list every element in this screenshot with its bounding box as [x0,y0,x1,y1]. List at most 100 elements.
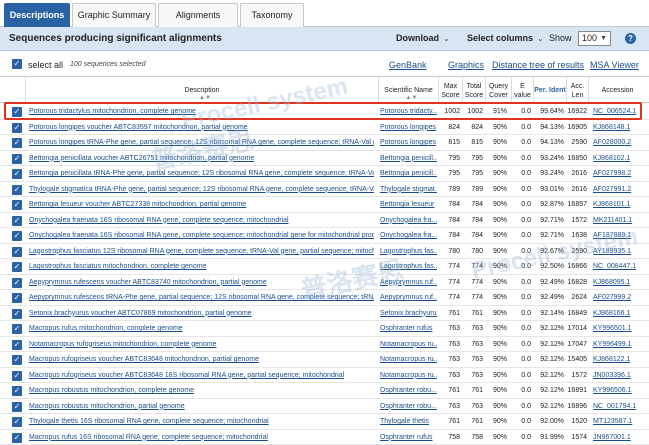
accession-link[interactable]: NC_006524.1 [590,104,645,119]
table-row[interactable]: ✓ Potorous longipes voucher ABTC83597 mit… [0,120,649,135]
description-link[interactable]: Bettongia lesueur voucher ABTC27338 mito… [29,197,374,212]
select-all-checkbox[interactable]: ✓ [12,59,22,69]
column-header-total-score[interactable]: Total Score [462,77,485,104]
genbank-link[interactable]: GenBank [389,60,427,70]
description-link[interactable]: Lagostrophus fasciatus 12S ribosomal RNA… [29,244,374,259]
accession-link[interactable]: NC_001794.1 [590,399,645,414]
accession-link[interactable]: KY996506.1 [590,383,645,398]
accession-link[interactable]: KY996501.1 [590,321,645,336]
row-checkbox[interactable]: ✓ [12,184,22,195]
accession-link[interactable]: AF027998.2 [590,166,645,181]
tab-taxonomy[interactable]: Taxonomy [240,3,304,27]
row-checkbox[interactable]: ✓ [12,169,22,179]
accession-link[interactable]: JN967001.1 [590,430,645,445]
column-header-e-value[interactable]: E value [511,77,533,104]
row-checkbox[interactable]: ✓ [12,231,22,241]
description-link[interactable]: Bettongia penicillata voucher ABTC26751 … [29,151,374,166]
description-link[interactable]: Onychogalea fraenata 16S ribosomal RNA g… [29,213,374,228]
description-link[interactable]: Thylogale stigmatica tRNA-Phe gene, part… [29,182,374,197]
row-checkbox[interactable]: ✓ [12,432,22,443]
description-link[interactable]: Macropus robustus mitochondrion, partial… [29,399,374,414]
column-header-per-ident[interactable]: Per. Ident [533,77,566,104]
tab-alignments[interactable]: Alignments [158,3,238,27]
row-checkbox[interactable]: ✓ [12,308,22,319]
description-link[interactable]: Aepyprymnus rufescens tRNA-Phe gene, par… [29,290,374,305]
description-link[interactable]: Aepyprymnus rufescens voucher ABTC83740 … [29,275,374,290]
table-row[interactable]: ✓ Bettongia lesueur voucher ABTC27338 mit… [0,197,649,213]
accession-link[interactable]: KJ868102.1 [590,151,645,166]
select-all-label[interactable]: select all [28,60,63,70]
scientific-name-link[interactable]: Osphranter robu... [380,399,437,414]
accession-link[interactable]: JN003396.1 [590,368,645,383]
scientific-name-link[interactable]: Lagostrophus fas... [380,244,437,259]
column-header-acc-len[interactable]: Acc. Len [566,77,588,104]
scientific-name-link[interactable]: Notamacropus ru... [380,368,437,383]
description-link[interactable]: Lagostrophus fasciatus mitochondrion, co… [29,259,374,274]
table-row[interactable]: ✓ Thylogale thetis 16S ribosomal RNA gene… [0,414,649,430]
table-row[interactable]: ✓ Bettongia penicillata tRNA-Phe gene, pa… [0,166,649,182]
table-row[interactable]: ✓ Onychogalea fraenata 16S ribosomal RNA … [0,213,649,228]
accession-link[interactable]: KY996499.1 [590,337,645,352]
column-header-accession[interactable]: Accession [588,77,646,104]
scientific-name-link[interactable]: Lagostrophus fas... [380,259,437,274]
row-checkbox[interactable]: ✓ [12,138,22,148]
column-header-description[interactable]: Description ▲▼ [25,77,378,104]
row-checkbox[interactable]: ✓ [12,122,22,133]
row-checkbox[interactable]: ✓ [12,246,22,257]
tab-descriptions[interactable]: Descriptions [4,3,70,27]
scientific-name-link[interactable]: Onychogalea fra... [380,213,437,228]
scientific-name-link[interactable]: Aepyprymnus ruf... [380,290,437,305]
row-checkbox[interactable]: ✓ [12,262,22,272]
description-link[interactable]: Macropus rufus 16S ribosomal RNA gene, c… [29,430,374,445]
table-row[interactable]: ✓ Notamacropus rufogriseus mitochondrion,… [0,337,649,352]
description-link[interactable]: Setonix brachyurus voucher ABTC07869 mit… [29,306,374,321]
scientific-name-link[interactable]: Bettongia penicill... [380,151,437,166]
accession-link[interactable]: AF027991.2 [590,182,645,197]
table-row[interactable]: ✓ Macropus rufus 16S ribosomal RNA gene, … [0,430,649,445]
description-link[interactable]: Potorous longipes tRNA-Phe gene, partial… [29,135,374,150]
table-row[interactable]: ✓ Potorous tridactylus mitochondrion, com… [0,104,649,120]
scientific-name-link[interactable]: Onychogalea fra... [380,228,437,243]
row-checkbox[interactable]: ✓ [12,370,22,381]
column-header-scientific-name[interactable]: Scientific Name ▲▼ [378,77,438,104]
accession-link[interactable]: KJ868095.1 [590,275,645,290]
scientific-name-link[interactable]: Potorous tridacty... [380,104,437,119]
table-row[interactable]: ✓ Macropus robustus mitochondrion, partia… [0,399,649,414]
scientific-name-link[interactable]: Aepyprymnus ruf... [380,275,437,290]
description-link[interactable]: Potorous longipes voucher ABTC83597 mito… [29,120,374,135]
row-checkbox[interactable]: ✓ [12,339,22,350]
description-link[interactable]: Onychogalea fraenata 16S ribosomal RNA g… [29,228,374,243]
scientific-name-link[interactable]: Bettongia penicill... [380,166,437,181]
accession-link[interactable]: AF027999.2 [590,290,645,305]
table-row[interactable]: ✓ Thylogale stigmatica tRNA-Phe gene, par… [0,182,649,197]
accession-link[interactable]: KJ868122.1 [590,352,645,367]
msa-viewer-link[interactable]: MSA Viewer [590,60,639,70]
table-row[interactable]: ✓ Bettongia penicillata voucher ABTC26751… [0,151,649,166]
description-link[interactable]: Bettongia penicillata tRNA-Phe gene, par… [29,166,374,181]
scientific-name-link[interactable]: Bettongia lesueur [380,197,437,212]
accession-link[interactable]: AY189935.1 [590,244,645,259]
table-row[interactable]: ✓ Macropus rufogriseus voucher ABTC83648 … [0,352,649,368]
description-link[interactable]: Thylogale thetis 16S ribosomal RNA gene,… [29,414,374,429]
scientific-name-link[interactable]: Potorous longipes [380,135,437,150]
accession-link[interactable]: AF028000.2 [590,135,645,150]
row-checkbox[interactable]: ✓ [12,417,22,427]
scientific-name-link[interactable]: Osphranter rufus [380,321,437,336]
scientific-name-link[interactable]: Notamacropus ru... [380,352,437,367]
table-row[interactable]: ✓ Setonix brachyurus voucher ABTC07869 mi… [0,306,649,321]
accession-link[interactable]: KJ868166.1 [590,306,645,321]
accession-link[interactable]: MT123587.1 [590,414,645,429]
distance-tree-link[interactable]: Distance tree of results [492,60,584,70]
scientific-name-link[interactable]: Setonix brachyurus [380,306,437,321]
description-link[interactable]: Macropus rufogriseus voucher ABTC83648 m… [29,352,374,367]
row-checkbox[interactable]: ✓ [12,153,22,164]
description-link[interactable]: Notamacropus rufogriseus mitochondrion, … [29,337,374,352]
row-checkbox[interactable]: ✓ [12,215,22,226]
table-row[interactable]: ✓ Macropus robustus mitochondrion, comple… [0,383,649,399]
row-checkbox[interactable]: ✓ [12,324,22,334]
row-checkbox[interactable]: ✓ [12,200,22,210]
scientific-name-link[interactable]: Osphranter robu... [380,383,437,398]
table-row[interactable]: ✓ Aepyprymnus rufescens voucher ABTC83740… [0,275,649,290]
table-row[interactable]: ✓ Potorous longipes tRNA-Phe gene, partia… [0,135,649,151]
table-row[interactable]: ✓ Lagostrophus fasciatus mitochondrion, c… [0,259,649,275]
